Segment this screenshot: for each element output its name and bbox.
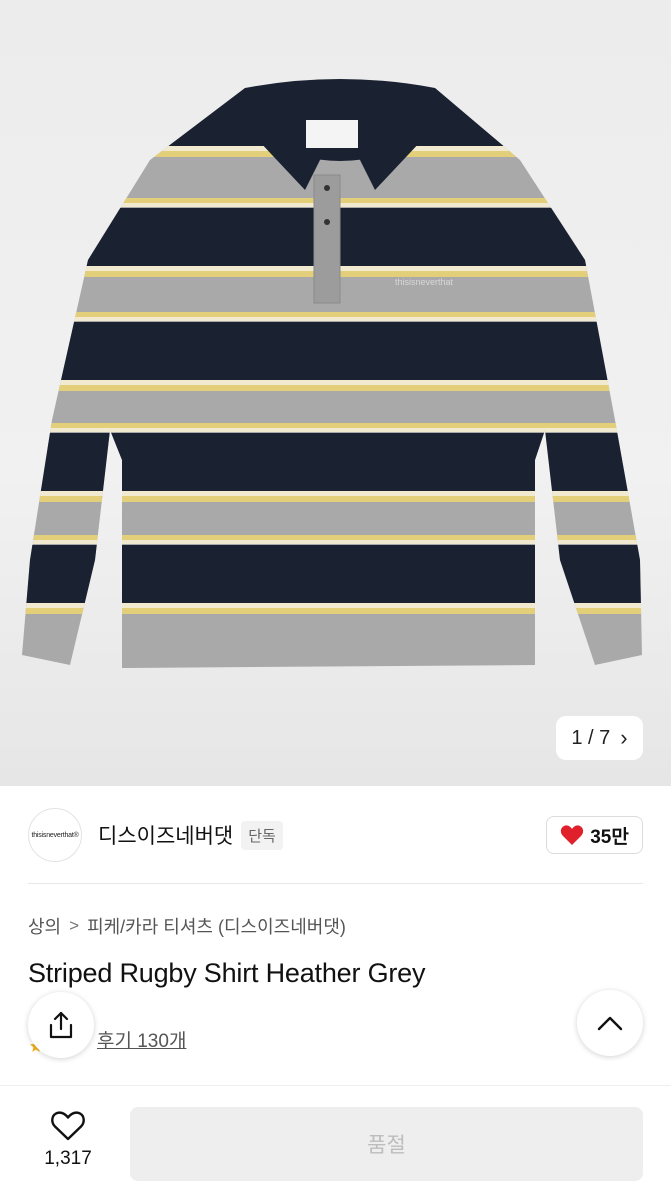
exclusive-badge: 단독 <box>241 820 283 850</box>
chevron-right-icon[interactable]: › <box>620 725 627 751</box>
wish-count: 1,317 <box>44 1148 92 1169</box>
heart-icon <box>561 825 584 845</box>
page-counter-text: 1 / 7 <box>571 726 611 749</box>
brand-like-button[interactable]: 35만 <box>546 816 643 854</box>
image-page-counter[interactable]: 1 / 7 › <box>556 716 643 760</box>
shirt-stripe-cream <box>22 491 642 496</box>
product-image-gallery[interactable]: thisisneverthat 1 / 7 › <box>0 0 671 786</box>
breadcrumb-item-category[interactable]: 상의 <box>28 913 61 939</box>
product-title: Striped Rugby Shirt Heather Grey <box>28 958 426 988</box>
brand-logo[interactable]: thisisneverthat® <box>28 808 82 862</box>
breadcrumb-item-subcategory[interactable]: 피케/카라 티셔츠 (디스이즈네버댓) <box>87 913 346 939</box>
shirt-stripe-yellow <box>22 496 642 502</box>
share-icon <box>49 1011 73 1039</box>
shirt-stripe-yellow <box>22 385 642 391</box>
sold-out-button[interactable]: 품절 <box>130 1107 643 1181</box>
shirt-stripe-navy <box>22 322 642 380</box>
shirt-stripe-cream <box>22 428 642 432</box>
share-button[interactable] <box>28 992 94 1058</box>
shirt-stripe-cream <box>22 317 642 321</box>
shirt-stripe-cream <box>22 380 642 385</box>
brand-likes-count: 35만 <box>590 826 629 848</box>
divider <box>28 883 643 884</box>
shirt-stripe-navy <box>22 433 642 491</box>
shirt-stripe-yellow <box>22 535 642 540</box>
breadcrumb: 상의 > 피케/카라 티셔츠 (디스이즈네버댓) <box>28 913 346 939</box>
product-image: thisisneverthat <box>22 79 642 668</box>
brand-row: thisisneverthat® 디스이즈네버댓 단독 35만 <box>28 808 643 862</box>
chevron-up-icon <box>597 1016 623 1031</box>
garment-logo-text: thisisneverthat <box>395 277 454 287</box>
scroll-top-button[interactable] <box>577 990 643 1056</box>
shirt-stripe-cream <box>22 540 642 544</box>
shirt-stripe-yellow <box>22 608 642 614</box>
shirt-stripe-yellow <box>22 312 642 317</box>
breadcrumb-separator: > <box>69 916 80 935</box>
shirt-stripe-yellow <box>22 423 642 428</box>
heart-outline-icon <box>51 1111 85 1141</box>
shirt-stripe-navy <box>22 545 642 603</box>
shirt-stripe-cream <box>22 603 642 608</box>
reviews-link[interactable]: 후기 130개 <box>97 1026 186 1053</box>
brand-logo-text: thisisneverthat® <box>31 831 79 839</box>
brand-name[interactable]: 디스이즈네버댓 <box>98 820 233 850</box>
wish-button[interactable]: 1,317 <box>28 1110 108 1170</box>
bottom-action-bar: 1,317 품절 <box>0 1085 671 1200</box>
